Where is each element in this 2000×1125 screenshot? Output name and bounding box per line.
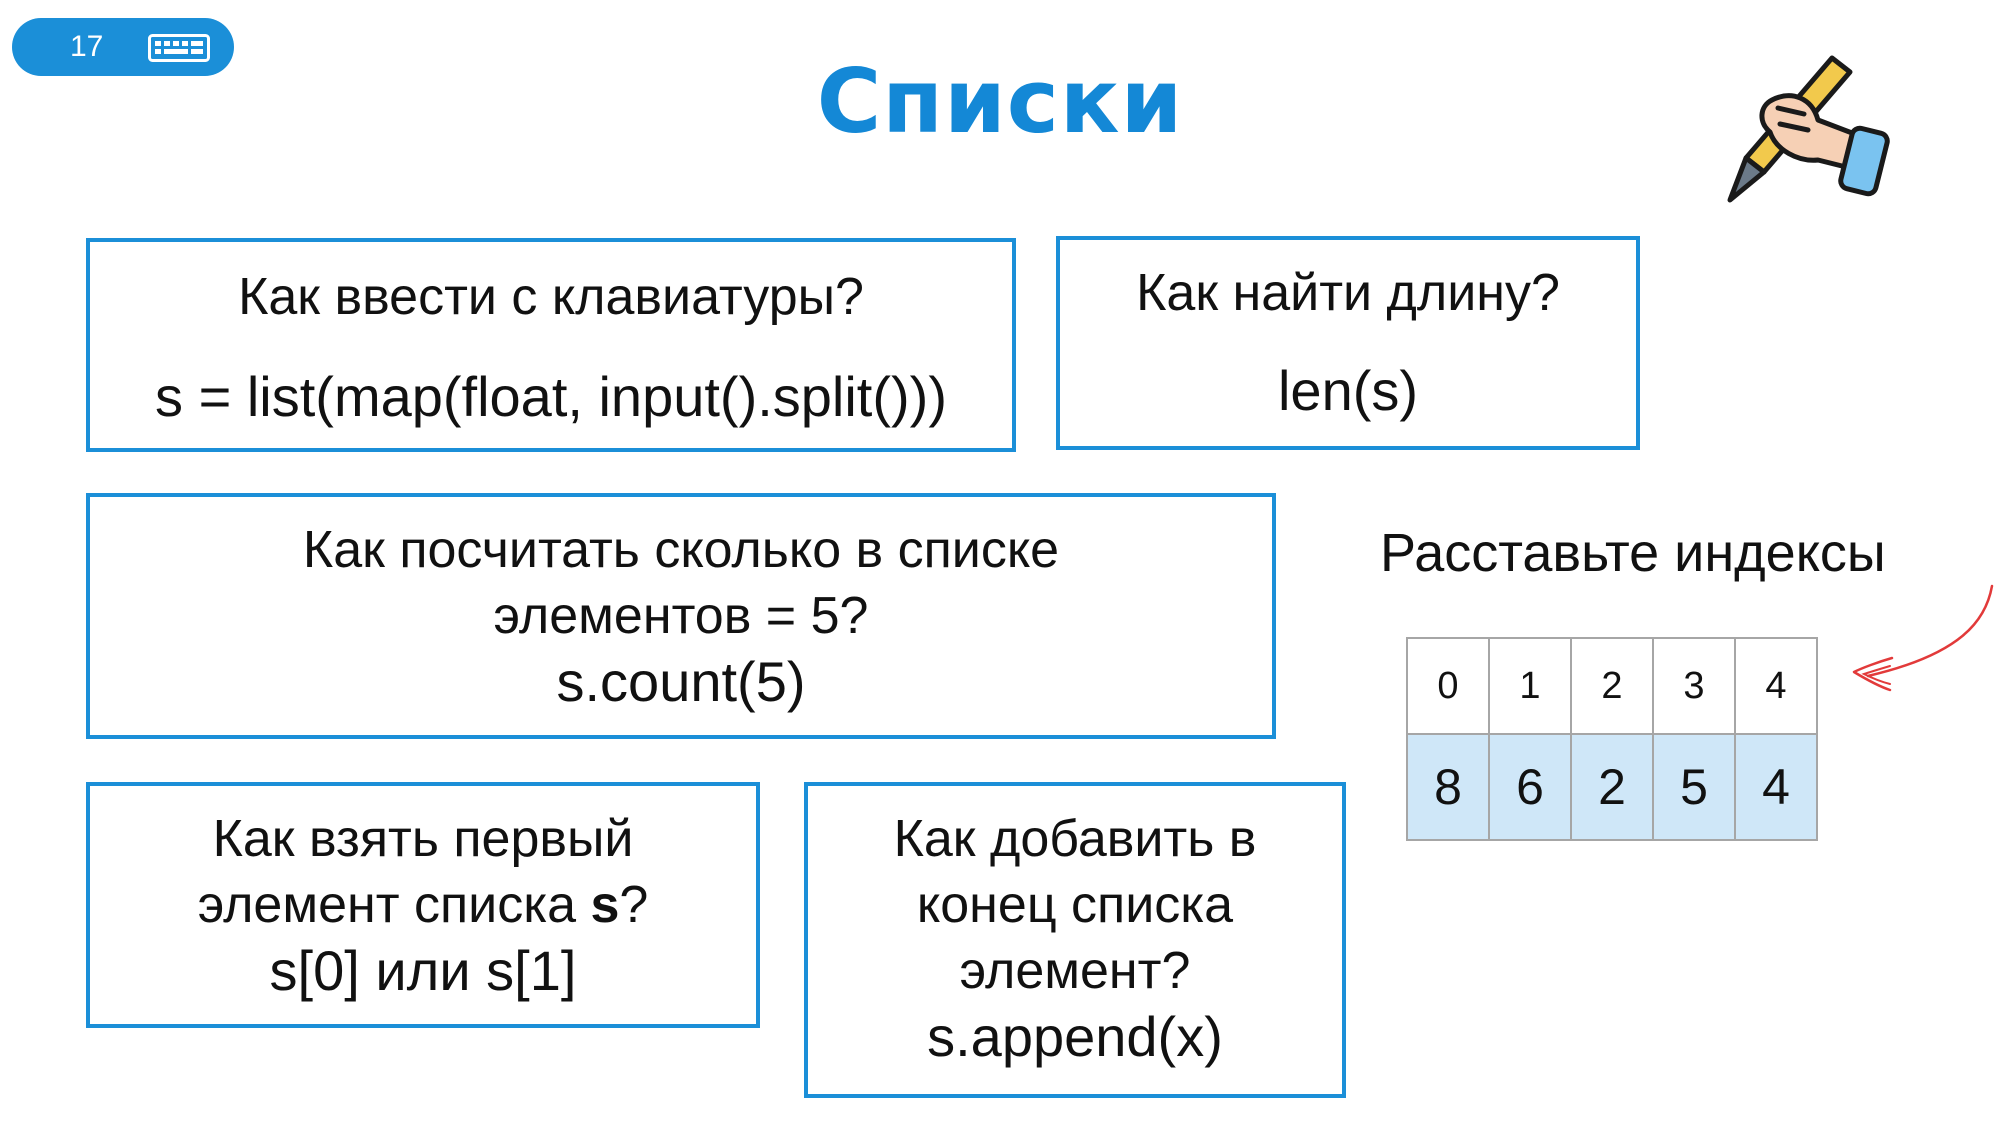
list-name-bold: s bbox=[590, 876, 620, 934]
value-cell: 4 bbox=[1734, 733, 1818, 841]
card-question: Как добавить в конец списка элемент? bbox=[808, 806, 1342, 1004]
index-cell[interactable]: 2 bbox=[1570, 637, 1654, 735]
curved-arrow-icon bbox=[1852, 584, 1994, 692]
card-question-line: Как добавить в bbox=[893, 810, 1257, 868]
card-question-line: элементов = 5? bbox=[493, 587, 869, 645]
card-question-line: элемент списка s? bbox=[90, 872, 756, 938]
value-row: 8 6 2 5 4 bbox=[1406, 733, 1818, 841]
index-cell[interactable]: 3 bbox=[1652, 637, 1736, 735]
value-cell: 5 bbox=[1652, 733, 1736, 841]
card-question-text: элемент списка bbox=[197, 876, 591, 934]
card-question: Как посчитать сколько в списке элементов… bbox=[90, 517, 1272, 649]
value-cell: 2 bbox=[1570, 733, 1654, 841]
index-table: 0 1 2 3 4 8 6 2 5 4 bbox=[1406, 637, 1818, 841]
count-elements-card: Как посчитать сколько в списке элементов… bbox=[86, 493, 1276, 739]
card-answer: len(s) bbox=[1277, 359, 1419, 422]
card-answer: s.count(5) bbox=[556, 650, 806, 713]
card-question-line: элемент? bbox=[959, 942, 1191, 1000]
index-cell[interactable]: 1 bbox=[1488, 637, 1572, 735]
card-answer: s = list(map(float, input().split())) bbox=[155, 365, 947, 428]
card-question: Как найти длину? bbox=[1136, 264, 1560, 322]
card-answer: s.append(x) bbox=[927, 1005, 1223, 1068]
card-question-line: конец списка bbox=[916, 876, 1234, 934]
writing-hand-icon bbox=[1727, 55, 1890, 203]
value-cell: 6 bbox=[1488, 733, 1572, 841]
card-answer: s[0] или s[1] bbox=[269, 939, 577, 1002]
index-cell[interactable]: 4 bbox=[1734, 637, 1818, 735]
card-question: Как взять первый элемент списка s? bbox=[90, 806, 756, 938]
index-task-label: Расставьте индексы bbox=[1380, 523, 1886, 583]
keyboard-input-card: Как ввести с клавиатуры? s = list(map(fl… bbox=[86, 238, 1016, 452]
card-question-line: Как посчитать сколько в списке bbox=[302, 521, 1060, 579]
index-cell[interactable]: 0 bbox=[1406, 637, 1490, 735]
question-mark: ? bbox=[619, 876, 649, 934]
card-question-line: Как взять первый bbox=[212, 810, 634, 868]
first-element-card: Как взять первый элемент списка s? s[0] … bbox=[86, 782, 760, 1028]
value-cell: 8 bbox=[1406, 733, 1490, 841]
list-length-card: Как найти длину? len(s) bbox=[1056, 236, 1640, 450]
append-element-card: Как добавить в конец списка элемент? s.a… bbox=[804, 782, 1346, 1098]
card-question: Как ввести с клавиатуры? bbox=[238, 268, 864, 326]
index-row: 0 1 2 3 4 bbox=[1406, 637, 1818, 735]
